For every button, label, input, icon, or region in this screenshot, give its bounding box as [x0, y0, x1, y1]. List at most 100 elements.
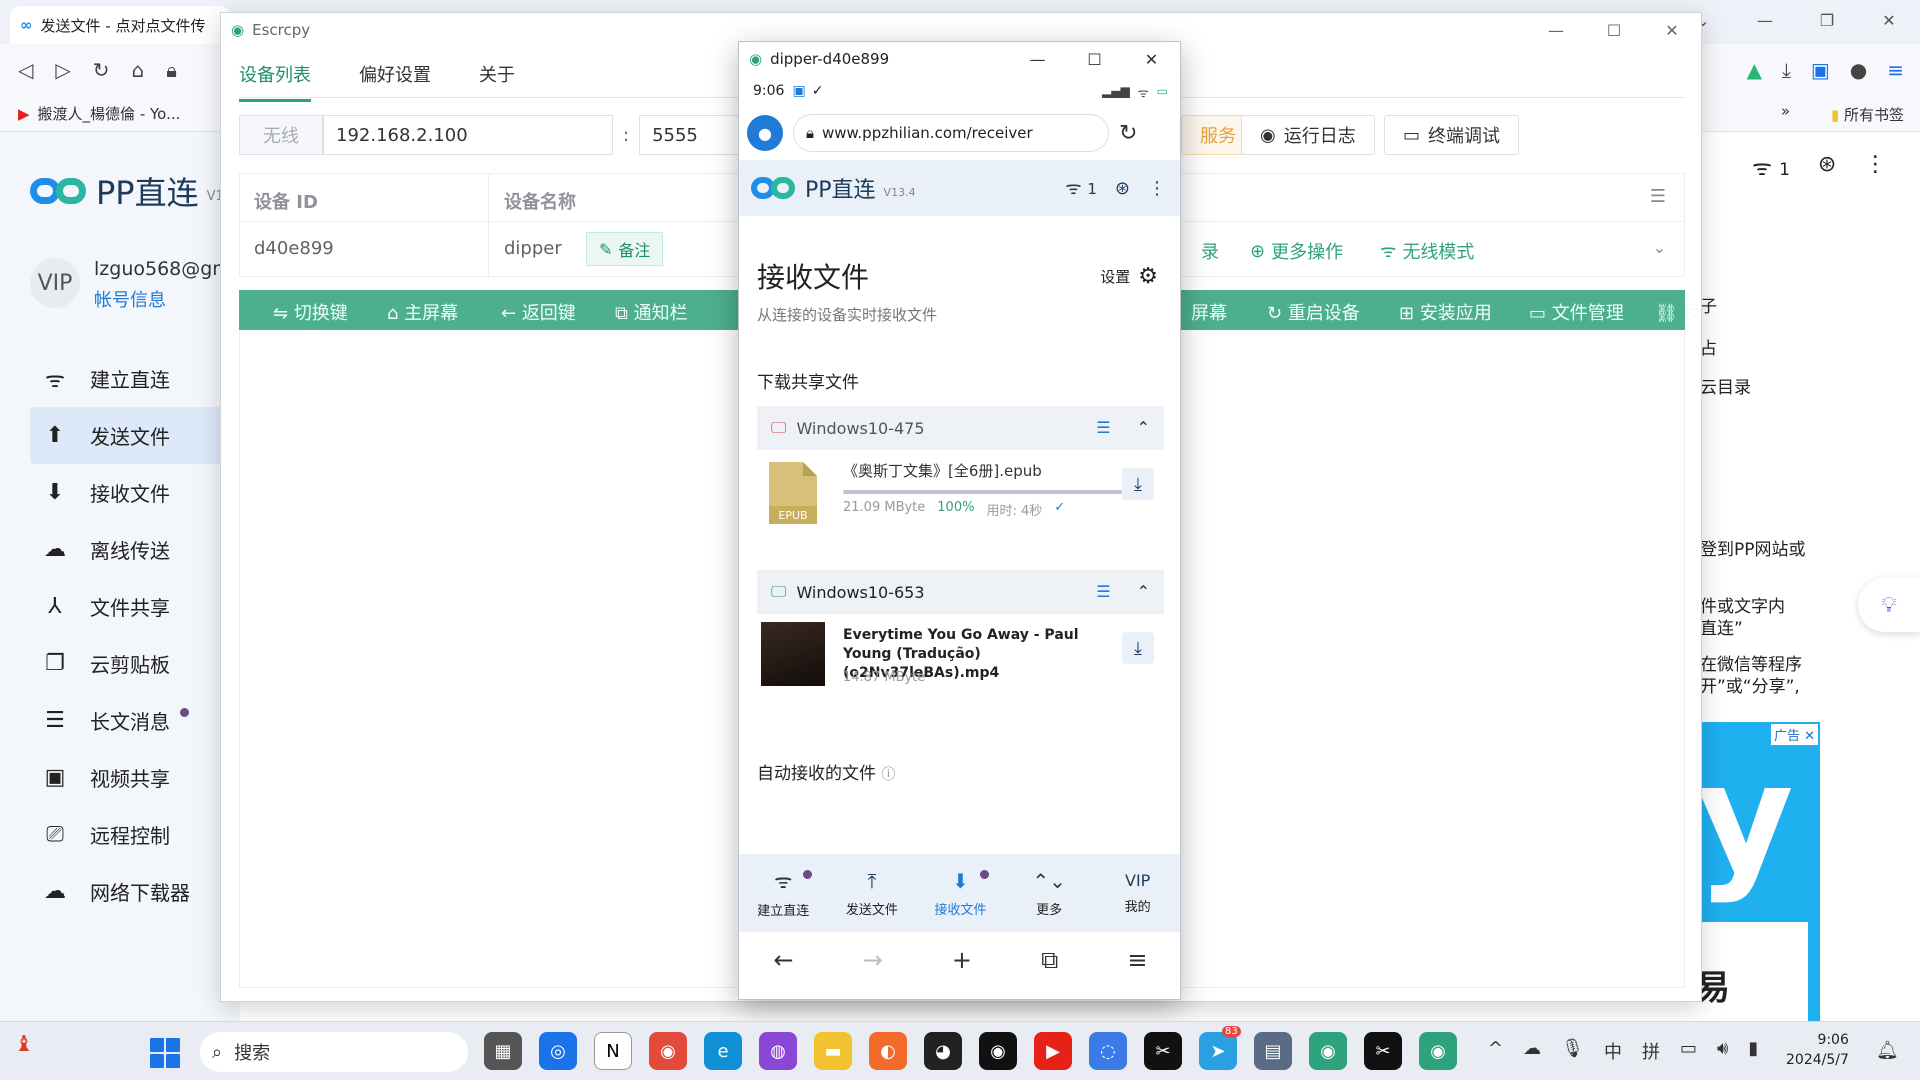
chrome-icon[interactable]: ◉ — [649, 1032, 687, 1070]
ad-close-icon[interactable]: ✕ — [1804, 729, 1815, 744]
minimize-icon[interactable]: — — [1009, 42, 1066, 76]
onedrive-icon[interactable]: ☁ — [1523, 1038, 1541, 1064]
device-group-header[interactable]: 🖵︎ Windows10-475 ☰ ⌃ — [757, 406, 1164, 450]
tab-preferences[interactable]: 偏好设置 — [359, 61, 431, 102]
assistant-bulb-icon[interactable]: 💡︎ — [1858, 578, 1920, 632]
new-tab-icon[interactable]: + — [952, 946, 972, 974]
menu-item-clipboard[interactable]: ❐ 云剪贴板 — [30, 635, 230, 692]
nav-connect[interactable]: ᯤ 建立直连 — [739, 854, 828, 932]
info-icon[interactable]: ⓘ — [881, 767, 895, 783]
youtube-icon[interactable]: ▶ — [1034, 1032, 1072, 1070]
profile-avatar-icon[interactable]: ● — [1850, 58, 1867, 82]
tray-chevron-icon[interactable]: ^ — [1488, 1038, 1503, 1064]
settings-button[interactable]: 设置 ⚙ — [1100, 264, 1158, 289]
wireless-mode-link[interactable]: ᯤ 无线模式 — [1380, 238, 1474, 264]
escrcpy-app-icon[interactable]: ◉ — [1309, 1032, 1347, 1070]
sidepanel-icon[interactable]: ▣ — [1811, 58, 1830, 82]
note-button[interactable]: ✎ 备注 — [586, 232, 664, 266]
reload-icon[interactable]: ↻ — [1119, 121, 1137, 146]
action-reverse[interactable]: ⛓ 反 — [1655, 299, 1702, 325]
action-home[interactable]: ⌂ 主屏幕 — [387, 299, 458, 325]
action-reboot[interactable]: ↻ 重启设备 — [1267, 299, 1360, 325]
all-bookmarks[interactable]: ▮ 所有书签 — [1831, 104, 1904, 125]
port-input[interactable]: 5555 — [639, 115, 750, 155]
menu-item-downloader[interactable]: ☁ 网络下载器 — [30, 863, 230, 920]
menu-item-video[interactable]: ▣ 视频共享 — [30, 749, 230, 806]
nav-receive[interactable]: ⬇ 接收文件 — [916, 854, 1005, 932]
restore-icon[interactable]: ❐ — [1796, 0, 1858, 40]
edge-icon[interactable]: e — [704, 1032, 742, 1070]
capcut-icon[interactable]: ✂ — [1144, 1032, 1182, 1070]
ime-mode[interactable]: 拼 — [1642, 1038, 1660, 1064]
site-info-icon[interactable]: 🔒︎ — [806, 124, 814, 142]
capcut-icon[interactable]: ✂ — [1364, 1032, 1402, 1070]
app-purple-icon[interactable]: ◍ — [759, 1032, 797, 1070]
download-button[interactable]: ⤓ — [1122, 468, 1154, 500]
menu-item-send[interactable]: ⬆ 发送文件 — [30, 407, 230, 464]
terminal-debug-button[interactable]: ▭ 终端调试 — [1384, 115, 1520, 155]
action-notification[interactable]: ⧉ 通知栏 — [615, 299, 688, 325]
firefox-icon[interactable]: ◐ — [869, 1032, 907, 1070]
downloads-icon[interactable]: ⤓ — [1782, 58, 1791, 82]
microphone-icon[interactable]: 🎙︎ — [1561, 1038, 1584, 1064]
menu-item-connect[interactable]: ᯤ 建立直连 — [30, 350, 230, 407]
bookmark-item-label[interactable]: 搬渡人_楊德倫 - Yo... — [38, 103, 181, 124]
nav-mine[interactable]: VIP 我的 — [1093, 854, 1180, 932]
telegram-icon[interactable]: ➤ — [1199, 1032, 1237, 1070]
action-screen[interactable]: 屏幕 — [1191, 299, 1227, 325]
file-explorer-icon[interactable]: ▬ — [814, 1032, 852, 1070]
wifi-icon[interactable]: ᯤ 1 — [1752, 152, 1790, 182]
browser-tab[interactable]: ∞ 发送文件 - 点对点文件传 — [10, 6, 230, 44]
action-switch-key[interactable]: ⇋ 切换键 — [273, 299, 348, 325]
device-group-header[interactable]: 🖵︎ Windows10-653 ☰ ⌃ — [757, 570, 1164, 614]
tab-about[interactable]: 关于 — [479, 61, 515, 102]
menu-item-message[interactable]: ☰ 长文消息 — [30, 692, 230, 749]
ip-input[interactable]: 192.168.2.100 — [323, 115, 613, 155]
battery-icon[interactable]: ▮ — [1748, 1038, 1758, 1064]
task-view-icon[interactable]: ▦ — [484, 1032, 522, 1070]
nav-more[interactable]: ⌃⌄ 更多 — [1005, 854, 1094, 932]
action-install-app[interactable]: ⊞ 安装应用 — [1399, 299, 1492, 325]
reload-icon[interactable]: ↻ — [93, 58, 110, 82]
app-blue-icon[interactable]: ◌ — [1089, 1032, 1127, 1070]
action-file-manager[interactable]: ▭ 文件管理 — [1529, 299, 1624, 325]
menu-item-offline[interactable]: ☁ 离线传送 — [30, 521, 230, 578]
menu-icon[interactable]: ≡ — [1127, 946, 1147, 974]
wifi-icon[interactable]: ᯤ 1 — [1065, 176, 1097, 200]
chevron-up-icon[interactable]: ⌃ — [1137, 582, 1150, 601]
minimize-icon[interactable]: — — [1734, 0, 1796, 40]
more-actions-link[interactable]: ⊕ 更多操作 — [1250, 238, 1343, 264]
tab-device-list[interactable]: 设备列表 — [239, 61, 311, 102]
close-icon[interactable]: ✕ — [1643, 13, 1701, 47]
escrcpy-active-icon[interactable]: ◉ — [1419, 1032, 1457, 1070]
back-icon[interactable]: ← — [774, 946, 794, 974]
clock[interactable]: 9:06 2024/5/7 — [1786, 1030, 1849, 1070]
ime-language[interactable]: 中 — [1604, 1038, 1622, 1064]
notification-bell-icon[interactable]: 🔔︎ — [1876, 1040, 1899, 1061]
action-back[interactable]: ← 返回键 — [501, 299, 576, 325]
maximize-icon[interactable]: ☐ — [1066, 42, 1123, 76]
close-icon[interactable]: ✕ — [1123, 42, 1180, 76]
vip-avatar[interactable]: VIP — [30, 258, 80, 308]
widget-app-icon[interactable]: ♝ — [14, 1032, 48, 1066]
more-icon[interactable]: ⋮ — [1148, 178, 1166, 199]
menu-item-receive[interactable]: ⬇ 接收文件 — [30, 464, 230, 521]
obs-icon[interactable]: ◕ — [924, 1032, 962, 1070]
bookmark-overflow[interactable]: » — [1781, 102, 1790, 120]
list-icon[interactable]: ☰ — [1096, 418, 1110, 437]
extension-icon[interactable]: ▲ — [1747, 58, 1762, 82]
expand-chevron-icon[interactable]: ⌄ — [1653, 238, 1666, 257]
more-icon[interactable]: ⋮ — [1864, 152, 1886, 182]
cortana-icon[interactable]: ◎ — [539, 1032, 577, 1070]
record-link[interactable]: 录 — [1201, 238, 1219, 264]
run-log-button[interactable]: ◉ 运行日志 — [1241, 115, 1375, 155]
back-icon[interactable]: ◁ — [18, 58, 33, 82]
github-icon[interactable]: ◉ — [979, 1032, 1017, 1070]
taskbar-search[interactable]: ⌕ 搜索 — [200, 1032, 468, 1072]
menu-item-remote[interactable]: ⎚ 远程控制 — [30, 806, 230, 863]
download-status-icon[interactable]: ⊛ — [1115, 178, 1130, 199]
profile-icon[interactable]: ● — [747, 115, 783, 151]
minimize-icon[interactable]: — — [1527, 13, 1585, 47]
column-settings-icon[interactable]: ☰ — [1650, 186, 1666, 207]
home-icon[interactable]: ⌂ — [132, 58, 145, 82]
